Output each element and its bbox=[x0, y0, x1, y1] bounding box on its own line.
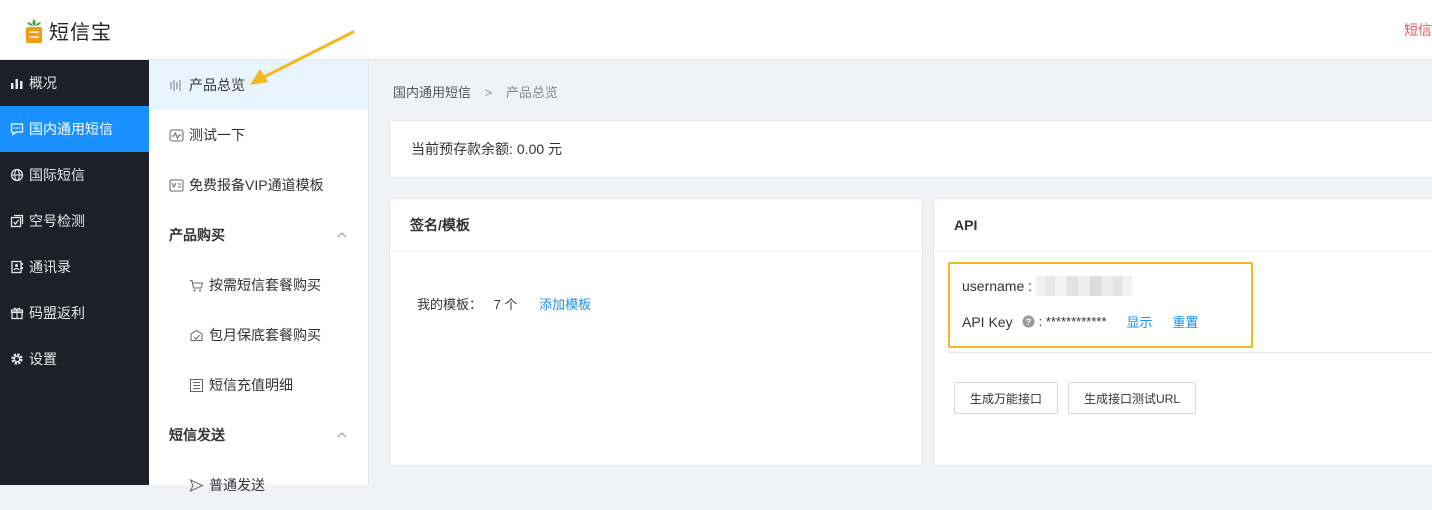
nav-item-overview[interactable]: 概况 bbox=[0, 60, 149, 106]
nav-label: 通讯录 bbox=[29, 259, 71, 275]
api-credentials-highlight: username : API Key ? : ************ 显示 重… bbox=[948, 262, 1253, 348]
api-key-label: API Key bbox=[962, 313, 1013, 330]
subnav-section-purchase[interactable]: 产品购买 bbox=[149, 210, 368, 260]
svg-text:?: ? bbox=[1025, 317, 1031, 327]
username-label: username : bbox=[962, 278, 1033, 294]
overview-bars-icon bbox=[170, 79, 181, 91]
breadcrumb-current: 产品总览 bbox=[505, 85, 558, 100]
subnav-section-send[interactable]: 短信发送 bbox=[149, 410, 368, 460]
package-icon bbox=[190, 329, 203, 341]
help-icon[interactable]: ? bbox=[1022, 315, 1035, 328]
breadcrumb: 国内通用短信 > 产品总览 bbox=[393, 82, 558, 101]
balance-value: 0.00 元 bbox=[516, 141, 563, 157]
subnav-item-product-overview[interactable]: 产品总览 bbox=[149, 60, 368, 110]
brand-logo[interactable]: 短信宝 bbox=[22, 16, 112, 45]
breadcrumb-separator: > bbox=[484, 85, 493, 100]
nav-item-settings[interactable]: 设置 bbox=[0, 336, 149, 382]
subnav-label: 包月保底套餐购买 bbox=[209, 327, 321, 343]
balance-card: 当前预存款余额: 0.00 元 bbox=[389, 120, 1432, 178]
send-icon bbox=[189, 478, 204, 492]
chevron-up-icon bbox=[337, 432, 347, 438]
subnav-item-test[interactable]: 测试一下 bbox=[149, 110, 368, 160]
username-row: username : bbox=[962, 276, 1133, 296]
subnav-label: 普通发送 bbox=[209, 477, 265, 493]
subnav-item-vip-template[interactable]: 免费报备VIP通道模板 bbox=[149, 160, 368, 210]
top-bar: 短信宝 短信 bbox=[0, 0, 1432, 60]
show-key-link[interactable]: 显示 bbox=[1127, 312, 1153, 331]
subnav-item-normal-send[interactable]: 普通发送 bbox=[149, 460, 368, 510]
my-templates-label: 我的模板： bbox=[417, 297, 483, 312]
nav-item-empty-number-check[interactable]: 空号检测 bbox=[0, 198, 149, 244]
nav-label: 设置 bbox=[29, 351, 57, 367]
divider bbox=[948, 352, 1432, 353]
main-sidebar: 概况 国内通用短信 国际短信 空号检测 通讯录 码盟返利 设置 bbox=[0, 60, 149, 485]
section-title: 产品购买 bbox=[169, 227, 225, 243]
reset-key-link[interactable]: 重置 bbox=[1173, 312, 1199, 331]
nav-label: 国内通用短信 bbox=[29, 121, 113, 137]
balance-label: 当前预存款余额: bbox=[411, 141, 513, 157]
nav-item-domestic-sms[interactable]: 国内通用短信 bbox=[0, 106, 149, 152]
api-card: API username : API Key ? : ************ … bbox=[933, 198, 1432, 466]
contacts-icon bbox=[11, 260, 23, 274]
subnav-label: 测试一下 bbox=[189, 127, 245, 143]
subnav-label: 免费报备VIP通道模板 bbox=[189, 177, 324, 193]
message-icon bbox=[10, 123, 24, 136]
nav-item-international-sms[interactable]: 国际短信 bbox=[0, 152, 149, 198]
nav-label: 概况 bbox=[29, 75, 57, 91]
check-square-icon bbox=[10, 214, 24, 228]
username-value-redacted bbox=[1036, 276, 1133, 296]
pulse-icon bbox=[169, 129, 184, 141]
main-content: 国内通用短信 > 产品总览 当前预存款余额: 0.00 元 签名/模板 我的模板… bbox=[370, 60, 1432, 485]
subnav-label: 短信充值明细 bbox=[209, 377, 293, 393]
gear-icon bbox=[11, 353, 23, 365]
nav-item-rebate[interactable]: 码盟返利 bbox=[0, 290, 149, 336]
bar-chart-icon bbox=[11, 79, 23, 89]
carrot-logo-icon bbox=[26, 18, 42, 43]
vip-template-icon bbox=[169, 179, 184, 191]
globe-icon bbox=[10, 168, 24, 182]
gift-icon bbox=[10, 307, 24, 320]
nav-label: 码盟返利 bbox=[29, 305, 85, 321]
subnav-item-recharge-detail[interactable]: 短信充值明细 bbox=[149, 360, 368, 410]
subnav-label: 按需短信套餐购买 bbox=[209, 277, 321, 293]
brand-name: 短信宝 bbox=[49, 22, 112, 44]
chevron-up-icon bbox=[337, 232, 347, 238]
add-template-link[interactable]: 添加模板 bbox=[539, 297, 591, 312]
sub-sidebar: 产品总览 测试一下 免费报备VIP通道模板 产品购买 按需短信套餐购买 包月保底… bbox=[149, 60, 369, 493]
breadcrumb-parent[interactable]: 国内通用短信 bbox=[393, 85, 471, 100]
nav-label: 空号检测 bbox=[29, 213, 85, 229]
api-key-value: : ************ bbox=[1038, 314, 1107, 329]
template-count: 7 个 bbox=[493, 297, 518, 312]
section-title: 短信发送 bbox=[169, 427, 225, 443]
generate-universal-api-button[interactable]: 生成万能接口 bbox=[954, 382, 1058, 414]
list-icon bbox=[190, 378, 203, 392]
subnav-item-buy-package[interactable]: 按需短信套餐购买 bbox=[149, 260, 368, 310]
nav-item-contacts[interactable]: 通讯录 bbox=[0, 244, 149, 290]
card-title: API bbox=[934, 199, 1432, 252]
top-right-link[interactable]: 短信 bbox=[1404, 20, 1432, 40]
cart-icon bbox=[190, 279, 204, 291]
sign-template-card: 签名/模板 我的模板： 7 个 添加模板 bbox=[389, 198, 923, 466]
subnav-label: 产品总览 bbox=[189, 77, 245, 93]
subnav-item-monthly-package[interactable]: 包月保底套餐购买 bbox=[149, 310, 368, 360]
generate-test-url-button[interactable]: 生成接口测试URL bbox=[1068, 382, 1196, 414]
nav-label: 国际短信 bbox=[29, 167, 85, 183]
template-count-row: 我的模板： 7 个 添加模板 bbox=[417, 294, 591, 313]
card-title: 签名/模板 bbox=[390, 199, 922, 252]
api-key-row: API Key ? : ************ 显示 重置 bbox=[962, 312, 1199, 331]
